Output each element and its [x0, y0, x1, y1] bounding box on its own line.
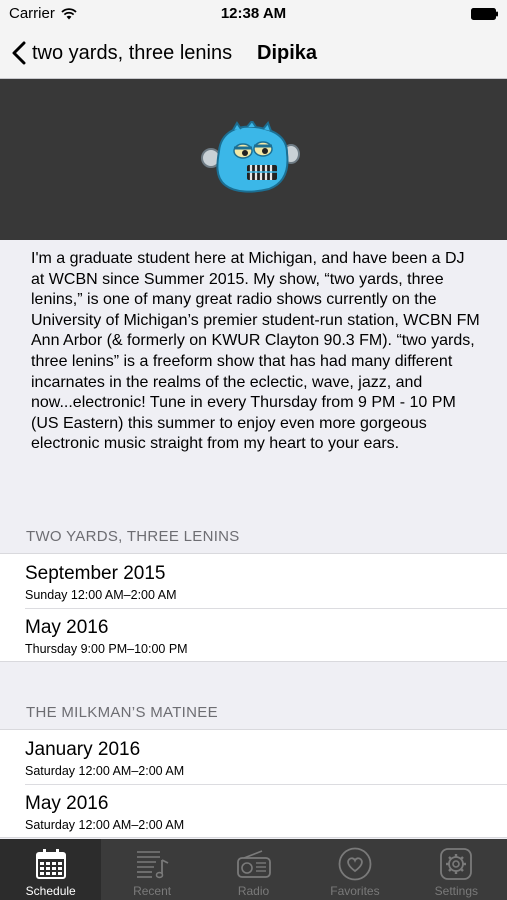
show-row-title: September 2015 — [25, 563, 166, 584]
back-button-label: two yards, three lenins — [32, 41, 233, 64]
show-list-two-yards: September 2015 Sunday 12:00 AM–2:00 AM M… — [0, 553, 507, 662]
music-list-icon — [137, 851, 169, 879]
section-header-milkmans-matinee: THE MILKMAN’S MATINEE — [26, 704, 218, 721]
show-row[interactable]: January 2016 Saturday 12:00 AM–2:00 AM — [0, 730, 507, 784]
show-row[interactable]: May 2016 Saturday 12:00 AM–2:00 AM — [0, 783, 507, 838]
heart-icon — [338, 847, 372, 881]
tab-settings[interactable]: Settings — [406, 839, 507, 900]
navigation-bar: two yards, three lenins Dipika — [0, 28, 507, 79]
tab-recent-label: Recent — [133, 884, 172, 898]
back-button[interactable]: two yards, three lenins — [12, 37, 232, 69]
status-time: 12:38 AM — [220, 5, 287, 22]
tab-favorites[interactable]: Favorites — [304, 839, 405, 900]
show-list-milkmans-matinee: January 2016 Saturday 12:00 AM–2:00 AM M… — [0, 729, 507, 838]
show-row-time: Thursday 9:00 PM–10:00 PM — [25, 641, 188, 656]
show-row[interactable]: May 2016 Thursday 9:00 PM–10:00 PM — [0, 607, 507, 662]
status-bar: Carrier 12:38 AM — [0, 0, 507, 28]
show-row-time: Saturday 12:00 AM–2:00 AM — [25, 817, 185, 832]
chevron-left-icon — [12, 41, 26, 65]
show-row-title: May 2016 — [25, 616, 109, 638]
tab-bar: Schedule Recent Radio Favorites Settings — [0, 839, 507, 900]
show-row-title: May 2016 — [25, 792, 109, 814]
show-row-time: Saturday 12:00 AM–2:00 AM — [25, 764, 185, 778]
show-row-title: January 2016 — [25, 739, 141, 760]
dj-banner — [0, 79, 507, 240]
tab-schedule-label: Schedule — [25, 884, 76, 898]
show-row[interactable]: September 2015 Sunday 12:00 AM–2:00 AM — [0, 554, 507, 608]
tab-settings-label: Settings — [434, 884, 478, 898]
dj-bio-text: I'm a graduate student here at Michigan,… — [31, 250, 480, 453]
gear-icon — [440, 848, 473, 880]
tab-schedule[interactable]: Schedule — [0, 839, 102, 900]
tab-radio-label: Radio — [237, 884, 270, 898]
calendar-icon — [35, 849, 66, 879]
tab-favorites-label: Favorites — [330, 884, 380, 898]
mascot-image — [201, 121, 300, 193]
show-row-time: Sunday 12:00 AM–2:00 AM — [25, 588, 177, 602]
section-header-two-yards: TWO YARDS, THREE LENINS — [26, 528, 240, 545]
radio-icon — [236, 850, 271, 878]
tab-radio[interactable]: Radio — [203, 839, 304, 900]
tab-recent[interactable]: Recent — [101, 839, 202, 900]
page-title: Dipika — [257, 42, 318, 64]
battery-icon — [471, 7, 499, 24]
